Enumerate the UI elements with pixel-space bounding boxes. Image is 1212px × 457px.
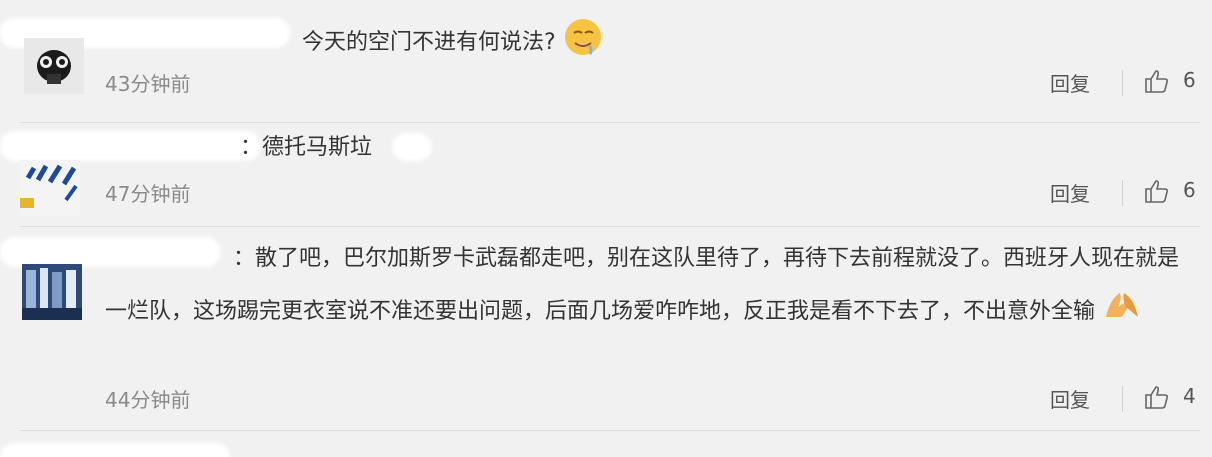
redacted-username: [0, 131, 260, 161]
comment-2: ：德托马斯垃 47分钟前 回复 6: [0, 123, 1212, 225]
praying-hands-emoji-icon: [1102, 286, 1142, 339]
separator: [1122, 180, 1123, 206]
drooling-face-emoji-icon: [563, 17, 603, 69]
like-count: 4: [1183, 384, 1196, 408]
comment-4: [0, 431, 1212, 457]
comment-time: 43分钟前: [105, 72, 191, 96]
redacted-text: [392, 133, 432, 161]
comment-text-content: ：德托马斯垃: [240, 135, 373, 160]
comment-text: 今天的空门不进有何说法?: [302, 17, 603, 69]
comment-text: ：德托马斯垃: [240, 130, 372, 166]
thumbs-up-icon[interactable]: [1143, 67, 1171, 95]
comment-time: 47分钟前: [105, 182, 191, 206]
comment-time: 44分钟前: [105, 388, 191, 412]
comment-1: 今天的空门不进有何说法? 43分钟前 回复 6: [0, 0, 1212, 122]
comment-text-content: ：散了吧，巴尔加斯罗卡武磊都走吧，别在这队里待了，再待下去前程就没了。西班牙人现…: [105, 246, 1180, 324]
avatar[interactable]: [24, 38, 84, 94]
redacted-username: [0, 443, 230, 457]
comment-text: ：散了吧，巴尔加斯罗卡武磊都走吧，别在这队里待了，再待下去前程就没了。西班牙人现…: [105, 232, 1195, 339]
comment-text-content: 今天的空门不进有何说法?: [302, 30, 556, 55]
comment-3: ：散了吧，巴尔加斯罗卡武磊都走吧，别在这队里待了，再待下去前程就没了。西班牙人现…: [0, 227, 1212, 430]
avatar[interactable]: [20, 160, 80, 216]
thumbs-up-icon[interactable]: [1143, 177, 1171, 205]
avatar[interactable]: [22, 264, 82, 320]
reply-button[interactable]: 回复: [1050, 178, 1090, 207]
separator: [1122, 386, 1123, 412]
like-count: 6: [1183, 68, 1196, 92]
thumbs-up-icon[interactable]: [1143, 383, 1171, 411]
reply-button[interactable]: 回复: [1050, 384, 1090, 413]
separator: [1122, 70, 1123, 96]
like-count: 6: [1183, 178, 1196, 202]
reply-button[interactable]: 回复: [1050, 68, 1090, 97]
